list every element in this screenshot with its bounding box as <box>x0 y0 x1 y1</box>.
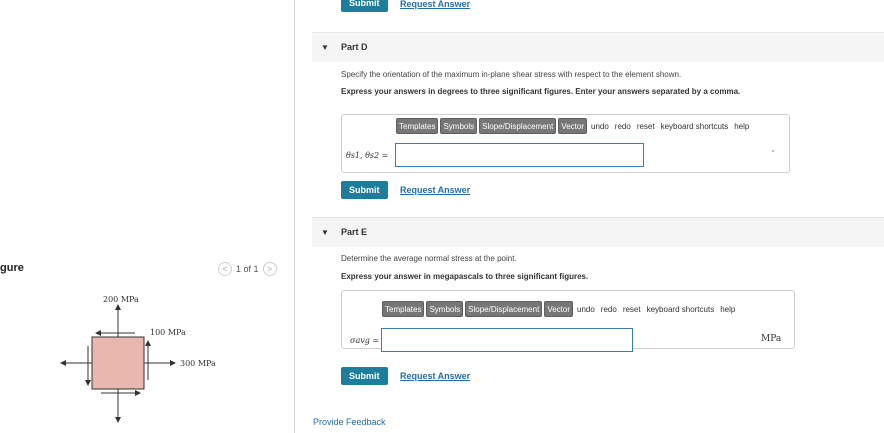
slope-displacement-button[interactable]: Slope/Displacement <box>479 118 557 134</box>
collapse-triangle-icon: ▼ <box>321 43 329 52</box>
part-d-toolbar: Templates Symbols Slope/Displacement Vec… <box>396 118 751 134</box>
slope-displacement-button[interactable]: Slope/Displacement <box>465 301 543 317</box>
part-d-request-answer-link[interactable]: Request Answer <box>400 185 470 195</box>
part-d-header[interactable]: ▼ Part D <box>312 32 884 62</box>
request-answer-link-previous[interactable]: Request Answer <box>400 0 470 9</box>
figure-panel: gure < 1 of 1 > 200 MPa 100 MPa 300 MPa <box>0 0 294 433</box>
part-e-instruction: Determine the average normal stress at t… <box>341 254 517 263</box>
part-e-header[interactable]: ▼ Part E <box>312 217 884 247</box>
part-e-answer-box: Templates Symbols Slope/Displacement Vec… <box>341 290 795 352</box>
undo-button[interactable]: undo <box>575 305 597 314</box>
undo-button[interactable]: undo <box>589 122 611 131</box>
templates-button[interactable]: Templates <box>382 301 425 317</box>
right-stress-label: 300 MPa <box>180 359 216 368</box>
part-e-unit: MPa <box>761 334 782 344</box>
pager-text: 1 of 1 <box>236 264 259 274</box>
keyboard-shortcuts-link[interactable]: keyboard shortcuts <box>645 305 717 314</box>
part-d-answer-box: Templates Symbols Slope/Displacement Vec… <box>341 114 790 173</box>
part-d-submit-button[interactable]: Submit <box>341 181 388 199</box>
keyboard-shortcuts-link[interactable]: keyboard shortcuts <box>659 122 731 131</box>
help-link[interactable]: help <box>718 305 737 314</box>
part-e-eq-label: σavg = <box>350 336 380 345</box>
part-d-eq-label: θs1, θs2 = <box>346 151 389 160</box>
part-d-instruction: Specify the orientation of the maximum i… <box>341 70 682 79</box>
vector-button[interactable]: Vector <box>544 301 573 317</box>
symbols-button[interactable]: Symbols <box>426 301 464 317</box>
templates-button[interactable]: Templates <box>396 118 439 134</box>
part-d-answer-input[interactable] <box>395 143 644 167</box>
prev-figure-button[interactable]: < <box>218 262 232 276</box>
redo-button[interactable]: redo <box>599 305 619 314</box>
part-e-instruction-bold: Express your answer in megapascals to th… <box>341 272 589 281</box>
page: gure < 1 of 1 > 200 MPa 100 MPa 300 MPa … <box>0 0 884 433</box>
part-e-answer-input[interactable] <box>381 328 633 352</box>
part-d-title: Part D <box>341 42 368 52</box>
part-e-title: Part E <box>341 227 368 237</box>
reset-button[interactable]: reset <box>635 122 657 131</box>
redo-button[interactable]: redo <box>613 122 633 131</box>
panel-divider <box>294 0 295 433</box>
part-e-request-answer-link[interactable]: Request Answer <box>400 371 470 381</box>
top-stress-label: 200 MPa <box>103 295 139 304</box>
collapse-triangle-icon: ▼ <box>321 228 329 237</box>
vector-button[interactable]: Vector <box>558 118 587 134</box>
degree-unit-mark: ∘ <box>771 148 776 155</box>
reset-button[interactable]: reset <box>621 305 643 314</box>
next-figure-button[interactable]: > <box>262 262 277 276</box>
part-e-submit-button[interactable]: Submit <box>341 367 388 385</box>
figure-title: gure <box>0 262 24 274</box>
part-d-instruction-bold: Express your answers in degrees to three… <box>341 87 741 96</box>
part-e-toolbar: Templates Symbols Slope/Displacement Vec… <box>382 301 737 317</box>
shear-stress-label: 100 MPa <box>150 328 186 337</box>
submit-button-previous[interactable]: Submit <box>341 0 388 12</box>
help-link[interactable]: help <box>732 122 751 131</box>
symbols-button[interactable]: Symbols <box>440 118 478 134</box>
provide-feedback-link[interactable]: Provide Feedback <box>313 417 386 427</box>
figure-pager: < 1 of 1 > <box>218 262 277 276</box>
stress-element-figure: 200 MPa 100 MPa 300 MPa <box>60 295 216 423</box>
stress-element <box>91 336 145 390</box>
